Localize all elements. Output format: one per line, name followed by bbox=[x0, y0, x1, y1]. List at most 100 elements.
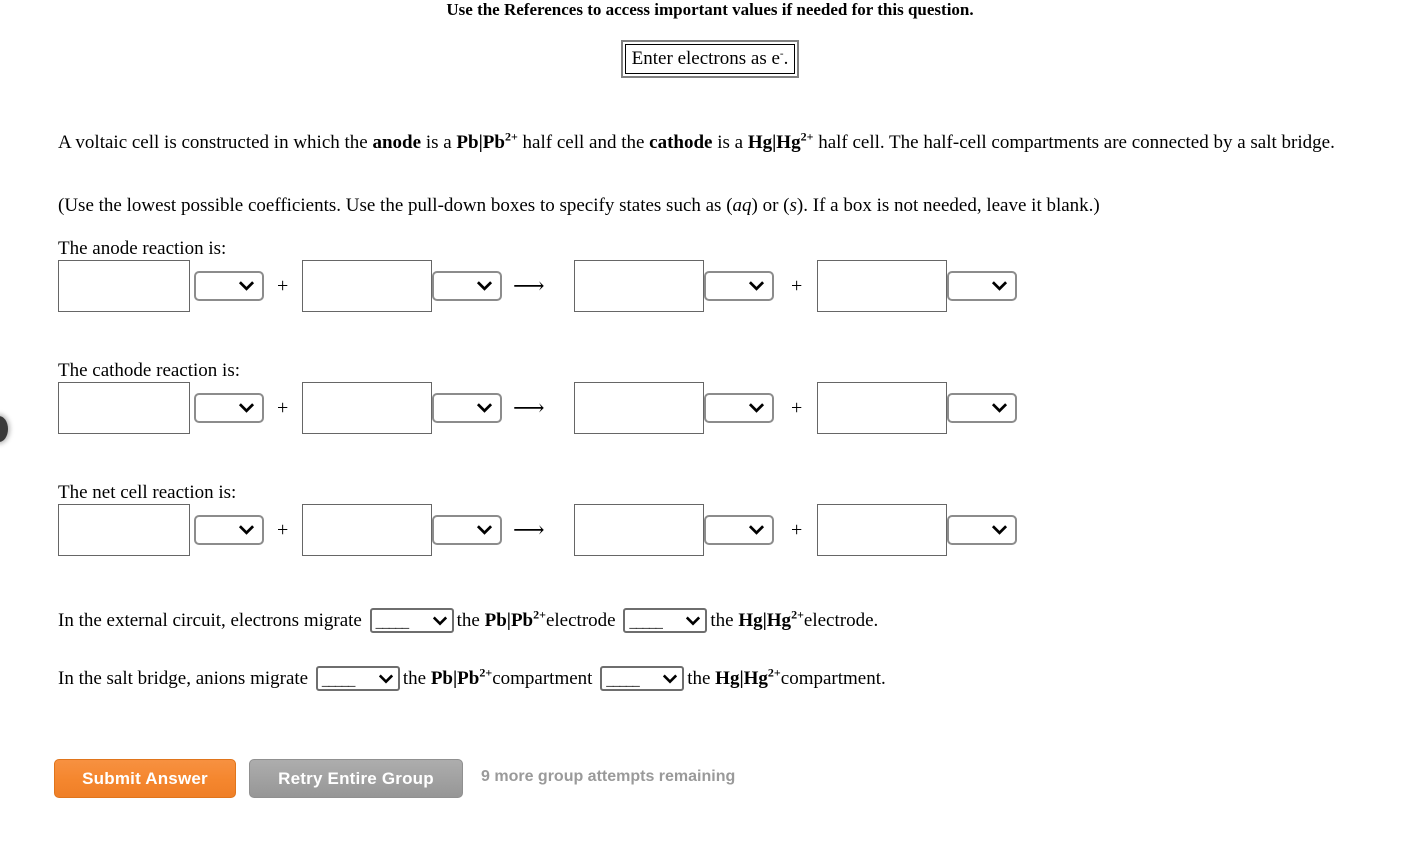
product-1-state-select[interactable] bbox=[704, 515, 774, 545]
external-lead-text: In the external circuit, electrons migra… bbox=[58, 610, 362, 631]
plus-sign-1: + bbox=[277, 519, 289, 541]
chevron-down-icon bbox=[239, 403, 254, 413]
salt-bridge-direction-placeholder-2: _____ bbox=[606, 673, 639, 689]
product-2-input[interactable] bbox=[817, 260, 947, 312]
plus-sign-2: + bbox=[791, 275, 803, 297]
reactant-2-input[interactable] bbox=[302, 260, 432, 312]
reactant-1-state-select[interactable] bbox=[194, 271, 264, 301]
reaction-label: The anode reaction is: bbox=[58, 238, 227, 259]
chevron-down-icon bbox=[992, 525, 1007, 535]
reactant-2-input[interactable] bbox=[302, 382, 432, 434]
product-2-state-select[interactable] bbox=[947, 393, 1017, 423]
chevron-down-icon bbox=[992, 281, 1007, 291]
left-edge-panel-handle[interactable] bbox=[0, 416, 8, 442]
reaction-arrow: ⟶ bbox=[513, 273, 545, 298]
chevron-down-icon bbox=[686, 616, 701, 625]
salt-bridge-electrode-2-text: Hg|Hg bbox=[715, 668, 768, 689]
reaction-row: + ⟶ + bbox=[58, 504, 1038, 560]
salt-bridge-electrode-2: Hg|Hg2+ bbox=[715, 665, 781, 689]
product-2-input[interactable] bbox=[817, 504, 947, 556]
salt-bridge-mid-text-2: compartment bbox=[492, 668, 593, 689]
salt-bridge-direction-select-1[interactable]: _____ bbox=[315, 666, 400, 691]
retry-entire-group-button[interactable]: Retry Entire Group bbox=[249, 759, 463, 798]
reactant-2-state-select[interactable] bbox=[432, 393, 502, 423]
external-electrode-2-charge: 2+ bbox=[791, 607, 804, 622]
anode-keyword: anode bbox=[372, 132, 422, 153]
product-1-state-select[interactable] bbox=[704, 393, 774, 423]
salt-bridge-direction-placeholder-1: _____ bbox=[321, 673, 355, 689]
question-prompt: A voltaic cell is constructed in which t… bbox=[58, 131, 1358, 154]
salt-bridge-statement: In the salt bridge, anions migrate _____… bbox=[58, 666, 886, 692]
reaction-label: The cathode reaction is: bbox=[58, 360, 241, 381]
salt-bridge-tail-text: compartment. bbox=[780, 668, 886, 689]
anode-species: Pb|Pb2+ bbox=[456, 129, 518, 153]
hint-box-inner: Enter electrons as e-. bbox=[624, 44, 796, 74]
instructions-segment-1: (Use the lowest possible coefficients. U… bbox=[58, 195, 733, 216]
state-aq: aq bbox=[732, 195, 752, 216]
reactant-1-input[interactable] bbox=[58, 382, 190, 434]
product-1-input[interactable] bbox=[574, 382, 704, 434]
reactant-1-state-select[interactable] bbox=[194, 515, 264, 545]
cathode-species-charge: 2+ bbox=[800, 129, 814, 144]
chevron-down-icon bbox=[992, 403, 1007, 413]
product-1-input[interactable] bbox=[574, 504, 704, 556]
hint-box-outer: Enter electrons as e-. bbox=[620, 40, 800, 78]
product-2-state-select[interactable] bbox=[947, 271, 1017, 301]
attempts-remaining-text: 9 more group attempts remaining bbox=[481, 768, 736, 785]
hint-box-container: Enter electrons as e-. bbox=[0, 40, 1420, 78]
prompt-segment-1: A voltaic cell is constructed in which t… bbox=[58, 132, 373, 153]
anode-species-text: Pb|Pb bbox=[456, 132, 505, 153]
cathode-keyword: cathode bbox=[649, 132, 713, 153]
external-electrode-2: Hg|Hg2+ bbox=[738, 607, 804, 631]
external-direction-select-2[interactable]: _____ bbox=[623, 608, 708, 633]
reactant-1-input[interactable] bbox=[58, 260, 190, 312]
product-1-state-select[interactable] bbox=[704, 271, 774, 301]
reactant-2-input[interactable] bbox=[302, 504, 432, 556]
product-2-state-select[interactable] bbox=[947, 515, 1017, 545]
reaction-arrow: ⟶ bbox=[513, 517, 545, 542]
salt-bridge-lead-text: In the salt bridge, anions migrate bbox=[58, 668, 309, 689]
chevron-down-icon bbox=[749, 403, 764, 413]
chevron-down-icon bbox=[477, 403, 492, 413]
reactant-2-state-select[interactable] bbox=[432, 271, 502, 301]
prompt-segment-4: is a bbox=[712, 132, 748, 153]
chevron-down-icon bbox=[477, 525, 492, 535]
chevron-down-icon bbox=[477, 281, 492, 291]
coefficient-instructions: (Use the lowest possible coefficients. U… bbox=[58, 194, 1358, 217]
salt-bridge-electrode-1-text: Pb|Pb bbox=[430, 668, 480, 689]
salt-bridge-electrode-1-charge: 2+ bbox=[479, 665, 493, 680]
submit-answer-button[interactable]: Submit Answer bbox=[54, 759, 236, 798]
instructions-segment-2: ) or ( bbox=[751, 195, 790, 216]
salt-bridge-direction-select-2[interactable]: _____ bbox=[600, 666, 685, 691]
product-2-input[interactable] bbox=[817, 382, 947, 434]
external-mid-text-1: the bbox=[456, 610, 480, 631]
external-direction-select-1[interactable]: _____ bbox=[369, 608, 454, 633]
anode-species-charge: 2+ bbox=[504, 129, 518, 144]
chevron-down-icon bbox=[749, 281, 764, 291]
salt-bridge-mid-text-1: the bbox=[402, 668, 427, 689]
salt-bridge-mid-text-3: the bbox=[687, 668, 711, 689]
reactant-2-state-select[interactable] bbox=[432, 515, 502, 545]
state-s: s bbox=[789, 195, 797, 216]
salt-bridge-electrode-1: Pb|Pb2+ bbox=[430, 665, 493, 689]
prompt-segment-5: half cell. The half-cell compartments ar… bbox=[813, 132, 1335, 153]
reference-notice: Use the References to access important v… bbox=[446, 0, 974, 19]
reactant-1-input[interactable] bbox=[58, 504, 190, 556]
external-mid-text-3: the bbox=[710, 610, 734, 631]
cathode-species: Hg|Hg2+ bbox=[748, 129, 814, 153]
chevron-down-icon bbox=[432, 616, 447, 625]
plus-sign-2: + bbox=[791, 397, 803, 419]
reaction-row: + ⟶ + bbox=[58, 382, 1038, 438]
chevron-down-icon bbox=[663, 674, 678, 683]
hint-box-text: Enter electrons as e bbox=[631, 48, 780, 69]
salt-bridge-electrode-2-charge: 2+ bbox=[767, 665, 781, 680]
reactant-1-state-select[interactable] bbox=[194, 393, 264, 423]
chevron-down-icon bbox=[239, 525, 254, 535]
reaction-arrow: ⟶ bbox=[513, 395, 545, 420]
hint-box-period: . bbox=[783, 48, 789, 69]
instructions-segment-3: ). If a box is not needed, leave it blan… bbox=[796, 195, 1100, 216]
chevron-down-icon bbox=[749, 525, 764, 535]
external-electrode-1-text: Pb|Pb bbox=[484, 610, 534, 631]
plus-sign-1: + bbox=[277, 275, 289, 297]
product-1-input[interactable] bbox=[574, 260, 704, 312]
